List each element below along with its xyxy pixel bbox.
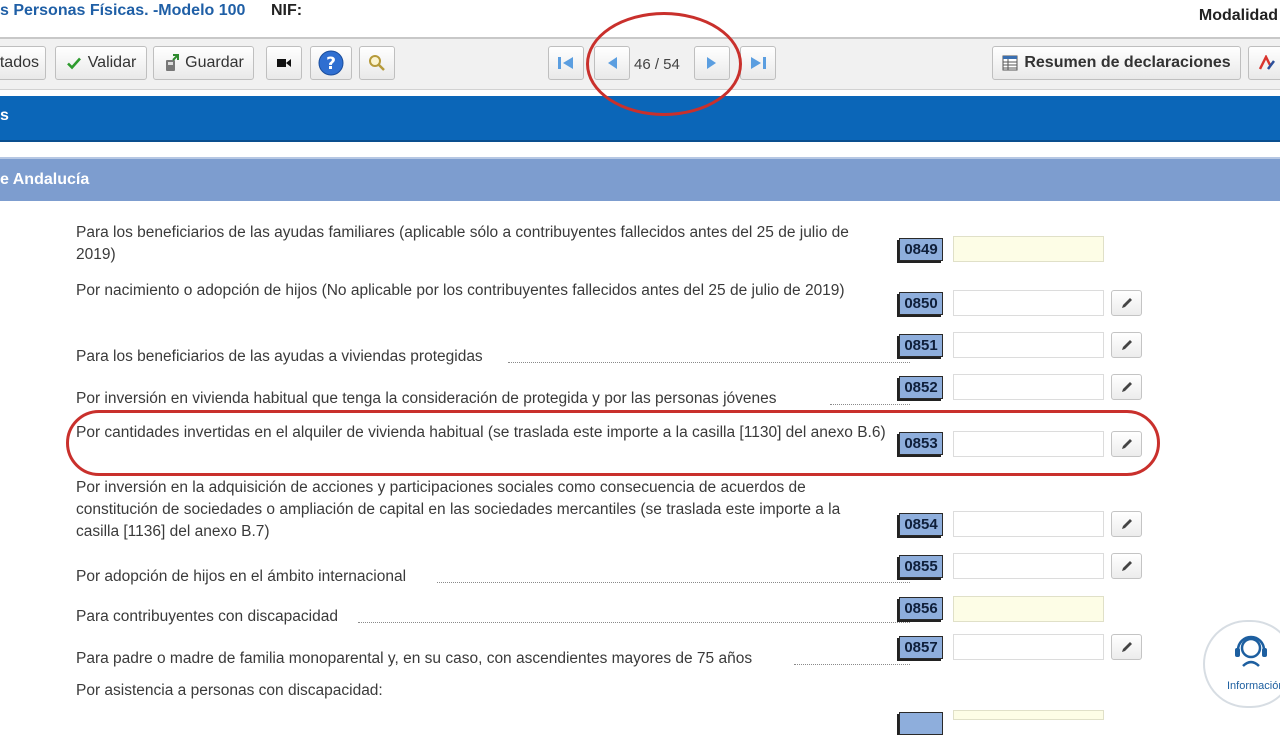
amount-field[interactable] xyxy=(953,290,1104,316)
edit-button[interactable] xyxy=(1111,511,1142,537)
row-label: Para contribuyentes con discapacidad xyxy=(76,608,338,625)
edit-button[interactable] xyxy=(1111,634,1142,660)
row-label: Para los beneficiarios de las ayudas fam… xyxy=(76,224,849,263)
last-page-icon xyxy=(751,57,766,69)
casilla-code: 0849 xyxy=(899,238,943,261)
save-button[interactable]: Guardar xyxy=(153,46,254,80)
pencil-icon xyxy=(1121,519,1132,529)
help-icon: ? xyxy=(318,50,344,76)
casilla-code: 0857 xyxy=(899,636,943,659)
prev-page-button[interactable] xyxy=(594,46,630,80)
last-page-button[interactable] xyxy=(740,46,776,80)
subsection-title: e Andalucía xyxy=(0,171,90,188)
amount-field xyxy=(953,236,1104,262)
casilla-code: 0850 xyxy=(899,292,943,315)
casilla-code: 0854 xyxy=(899,513,943,536)
row-label: Para los beneficiarios de las ayudas a v… xyxy=(76,348,483,365)
row-label: Por nacimiento o adopción de hijos (No a… xyxy=(76,282,845,299)
edit-button[interactable] xyxy=(1111,553,1142,579)
pencil-icon xyxy=(1121,439,1132,449)
row-label: Por cantidades invertidas en el alquiler… xyxy=(76,424,886,441)
next-page-button[interactable] xyxy=(694,46,730,80)
help-button[interactable]: ? xyxy=(310,46,352,80)
leader-dots xyxy=(437,582,910,583)
video-icon xyxy=(277,59,291,67)
save-button-label: Guardar xyxy=(185,54,244,71)
section-band: s xyxy=(0,96,1280,142)
subsection-header: e Andalucía xyxy=(0,157,1280,201)
edit-button[interactable] xyxy=(1111,374,1142,400)
pencil-icon xyxy=(1121,382,1132,392)
section-band-text: s xyxy=(0,107,9,124)
validate-button[interactable]: Validar xyxy=(55,46,147,80)
leader-dots xyxy=(830,404,910,405)
info-widget-label: Información xyxy=(1227,680,1280,692)
search-icon xyxy=(369,55,385,71)
next-page-icon xyxy=(707,57,716,69)
page-indicator: 46 / 54 xyxy=(634,56,680,73)
aeat-logo-icon xyxy=(1258,55,1275,70)
pencil-icon xyxy=(1121,642,1132,652)
app-title: s Personas Físicas. -Modelo 100 xyxy=(0,2,246,19)
casilla-code: 0853 xyxy=(899,432,943,455)
summary-button[interactable]: Resumen de declaraciones xyxy=(992,46,1241,80)
casilla-code xyxy=(899,712,943,735)
amount-field xyxy=(953,596,1104,622)
save-icon xyxy=(166,54,180,71)
casilla-code: 0856 xyxy=(899,597,943,620)
listados-button-label: tados xyxy=(0,54,39,71)
amount-field[interactable] xyxy=(953,511,1104,537)
summary-button-label: Resumen de declaraciones xyxy=(1024,54,1231,71)
row-label: Por inversión en la adquisición de accio… xyxy=(76,479,841,540)
amount-field[interactable] xyxy=(953,431,1104,457)
pencil-icon xyxy=(1121,298,1132,308)
amount-field[interactable] xyxy=(953,634,1104,660)
casilla-code: 0852 xyxy=(899,376,943,399)
search-button[interactable] xyxy=(359,46,395,80)
row-label: Por asistencia a personas con discapacid… xyxy=(76,682,383,699)
leader-dots xyxy=(794,664,910,665)
headset-icon xyxy=(1235,635,1267,667)
row-label: Por inversión en vivienda habitual que t… xyxy=(76,390,777,407)
first-page-icon xyxy=(558,57,573,69)
top-header: s Personas Físicas. -Modelo 100 NIF: Mod… xyxy=(0,0,1280,36)
prev-page-icon xyxy=(608,57,617,69)
checkmark-icon xyxy=(66,57,81,70)
casilla-code: 0851 xyxy=(899,334,943,357)
info-widget[interactable]: Información xyxy=(1203,620,1280,708)
table-icon xyxy=(1002,55,1018,71)
leader-dots xyxy=(508,362,910,363)
video-button[interactable] xyxy=(266,46,302,80)
pencil-icon xyxy=(1121,561,1132,571)
toolbar: tados Validar Guardar ? 46 / 54 Resumen … xyxy=(0,37,1280,90)
amount-field[interactable] xyxy=(953,374,1104,400)
amount-field[interactable] xyxy=(953,332,1104,358)
nif-label: NIF: xyxy=(271,2,303,19)
amount-field xyxy=(953,710,1104,720)
row-label: Por adopción de hijos en el ámbito inter… xyxy=(76,568,407,585)
edit-button[interactable] xyxy=(1111,431,1142,457)
edit-button[interactable] xyxy=(1111,290,1142,316)
validate-button-label: Validar xyxy=(87,54,137,71)
pencil-icon xyxy=(1121,340,1132,350)
aeat-button[interactable] xyxy=(1248,46,1280,80)
first-page-button[interactable] xyxy=(548,46,584,80)
listados-button[interactable]: tados xyxy=(0,46,46,80)
svg-text:?: ? xyxy=(326,54,336,74)
modalidad-label: Modalidad xyxy=(1198,7,1278,24)
edit-button[interactable] xyxy=(1111,332,1142,358)
leader-dots xyxy=(358,622,910,623)
row-label: Para padre o madre de familia monoparent… xyxy=(76,650,753,667)
amount-field[interactable] xyxy=(953,553,1104,579)
casilla-code: 0855 xyxy=(899,555,943,578)
